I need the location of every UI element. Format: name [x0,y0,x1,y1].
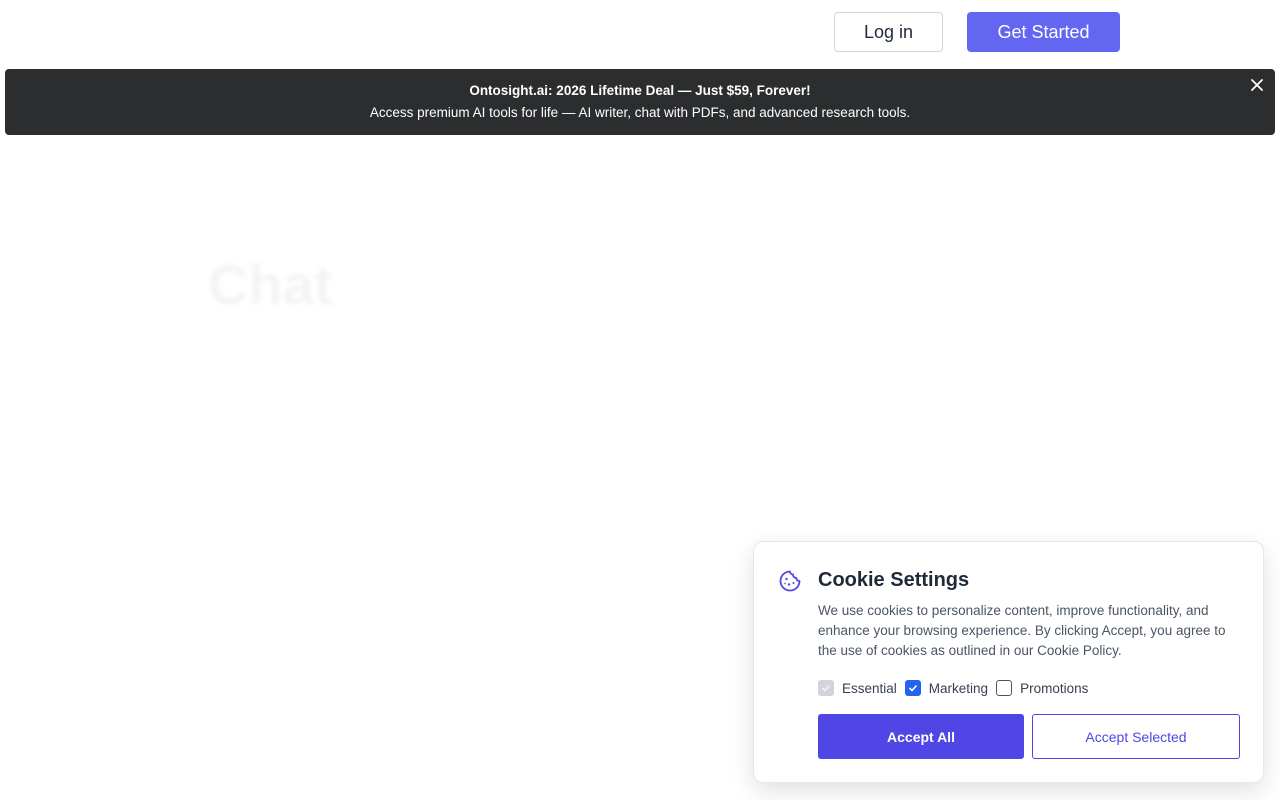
essential-checkbox [818,680,834,696]
hero-heading: Chat [208,253,333,316]
option-marketing[interactable]: Marketing [904,680,988,696]
promo-title: Ontosight.ai: 2026 Lifetime Deal — Just … [469,83,811,98]
cookie-settings-panel: Cookie Settings We use cookies to person… [753,541,1264,783]
get-started-button[interactable]: Get Started [967,12,1120,52]
close-icon[interactable] [1249,77,1265,93]
option-essential: Essential [818,680,897,696]
header: Log in Get Started [0,0,1280,64]
accept-all-button[interactable]: Accept All [818,714,1024,759]
option-promotions[interactable]: Promotions [996,680,1088,696]
essential-label: Essential [842,680,897,696]
promotions-checkbox[interactable] [996,680,1013,696]
promotions-label[interactable]: Promotions [1020,681,1088,696]
cookie-title: Cookie Settings [818,569,970,591]
promo-banner: Ontosight.ai: 2026 Lifetime Deal — Just … [5,69,1275,135]
promo-subtitle: Access premium AI tools for life — AI wr… [369,105,911,120]
marketing-checkbox[interactable] [904,680,921,696]
accept-selected-button[interactable]: Accept Selected [1032,714,1240,759]
marketing-label[interactable]: Marketing [929,681,988,696]
login-button[interactable]: Log in [834,12,943,52]
cookie-description: We use cookies to personalize content, i… [818,603,1226,658]
cookie-icon [778,569,802,593]
cookie-options: Essential Marketing Promotions [818,679,1096,697]
